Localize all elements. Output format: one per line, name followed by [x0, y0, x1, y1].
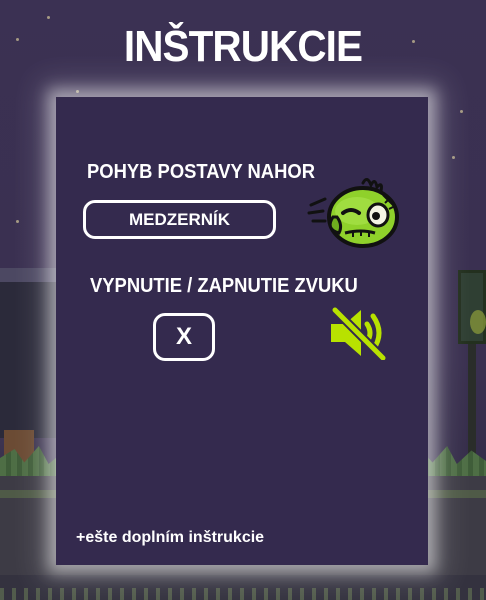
move-up-label: POHYB POSTAVY NAHOR	[87, 161, 315, 183]
zombie-bird-icon	[307, 178, 399, 248]
page-title: INŠTRUKCIE	[123, 22, 363, 71]
space-key-button[interactable]: MEDZERNÍK	[83, 200, 276, 239]
instructions-panel: POHYB POSTAVY NAHOR MEDZERNÍK VYPNUTIE /…	[56, 97, 428, 565]
bottom-grass-tufts	[0, 588, 486, 600]
x-key-button[interactable]: X	[153, 313, 215, 361]
star	[47, 16, 50, 19]
speaker-muted-icon	[330, 306, 388, 360]
star	[16, 220, 19, 223]
footer-note: +ešte doplním inštrukcie	[76, 529, 265, 546]
star	[452, 156, 455, 159]
star	[460, 110, 463, 113]
house-roof	[0, 268, 60, 282]
house-silhouette	[0, 268, 60, 470]
toggle-sound-label: VYPNUTIE / ZAPNUTIE ZVUKU	[90, 275, 358, 297]
street-lamp	[458, 270, 486, 474]
lamp-head	[458, 270, 486, 344]
lamp-glow	[470, 310, 486, 334]
star	[76, 90, 79, 93]
